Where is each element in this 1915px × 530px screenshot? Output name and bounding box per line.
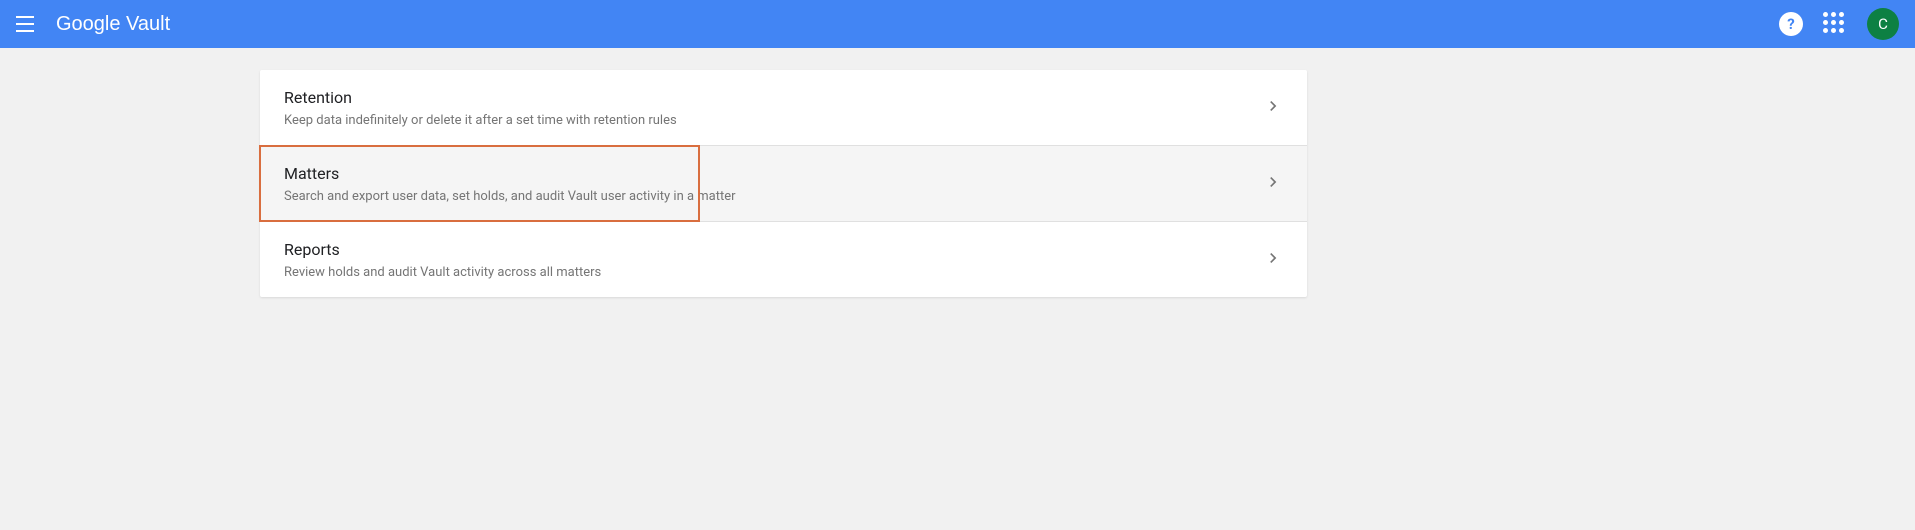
nav-item-content: Reports Review holds and audit Vault act… bbox=[284, 240, 1263, 280]
nav-item-title: Reports bbox=[284, 240, 1263, 259]
nav-item-title: Matters bbox=[284, 164, 1263, 183]
nav-item-subtitle: Keep data indefinitely or delete it afte… bbox=[284, 113, 1263, 128]
chevron-right-icon bbox=[1263, 96, 1283, 121]
avatar[interactable]: C bbox=[1867, 8, 1899, 40]
apps-grid-icon[interactable] bbox=[1823, 12, 1847, 36]
nav-card-list: Retention Keep data indefinitely or dele… bbox=[260, 70, 1307, 297]
main-content: Retention Keep data indefinitely or dele… bbox=[0, 48, 1915, 297]
nav-item-matters[interactable]: Matters Search and export user data, set… bbox=[260, 146, 1307, 222]
nav-item-subtitle: Review holds and audit Vault activity ac… bbox=[284, 265, 1263, 280]
nav-item-content: Matters Search and export user data, set… bbox=[284, 164, 1263, 204]
app-header: Google Vault ? C bbox=[0, 0, 1915, 48]
product-name: Google Vault bbox=[56, 13, 170, 36]
header-right: ? C bbox=[1779, 8, 1899, 40]
nav-item-content: Retention Keep data indefinitely or dele… bbox=[284, 88, 1263, 128]
nav-item-reports[interactable]: Reports Review holds and audit Vault act… bbox=[260, 222, 1307, 297]
chevron-right-icon bbox=[1263, 248, 1283, 273]
help-icon[interactable]: ? bbox=[1779, 12, 1803, 36]
chevron-right-icon bbox=[1263, 172, 1283, 197]
nav-item-title: Retention bbox=[284, 88, 1263, 107]
menu-icon[interactable] bbox=[16, 12, 40, 36]
nav-item-retention[interactable]: Retention Keep data indefinitely or dele… bbox=[260, 70, 1307, 146]
header-left: Google Vault bbox=[16, 12, 170, 36]
nav-item-subtitle: Search and export user data, set holds, … bbox=[284, 189, 1263, 204]
